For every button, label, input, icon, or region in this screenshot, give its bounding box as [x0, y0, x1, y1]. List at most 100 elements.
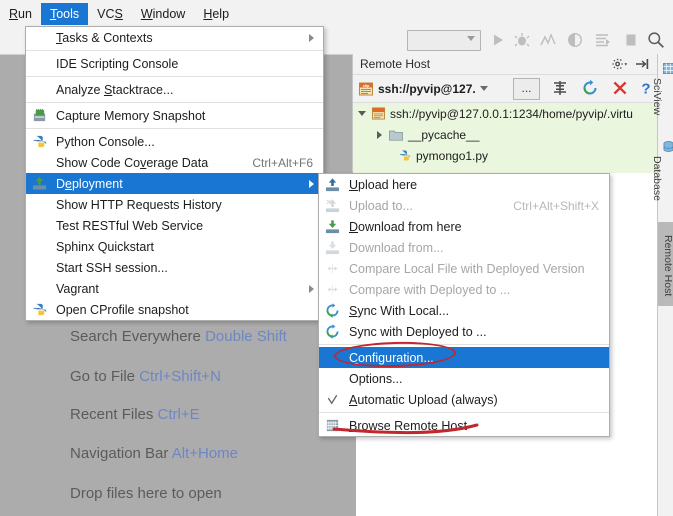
upload-to-icon [325, 199, 340, 213]
menu-item-automatic-upload-always[interactable]: Automatic Upload (always) [319, 389, 609, 410]
menu-item-label: Tasks & Contexts [56, 30, 153, 45]
refresh-icon[interactable] [581, 79, 599, 97]
menu-separator [26, 102, 323, 103]
chevron-down-icon [479, 86, 488, 91]
menu-item-download-from: Download from... [319, 237, 609, 258]
svg-text:sftp: sftp [363, 84, 370, 88]
menu-item-python-console[interactable]: Python Console... [26, 131, 323, 152]
hint-drop-files: Drop files here to open [70, 485, 222, 502]
menu-item-tasks-contexts[interactable]: Tasks & Contexts [26, 27, 323, 48]
chevron-right-icon[interactable] [377, 130, 382, 139]
menu-item-label: Download from here [349, 219, 462, 234]
menu-item-label: Show HTTP Requests History [56, 197, 222, 212]
menu-item-open-cprofile-snapshot[interactable]: Open CProfile snapshot [26, 299, 323, 320]
sync-browsers-icon[interactable] [551, 79, 569, 97]
hint-shortcut: Double Shift [205, 328, 287, 345]
tool-tab-label: SciView [651, 77, 663, 116]
deployment-submenu: Upload here Upload to... Ctrl+Alt+Shift+X D… [318, 173, 610, 437]
menu-item-label: Capture Memory Snapshot [56, 108, 206, 123]
menu-item-download-from-here[interactable]: Download from here [319, 216, 609, 237]
menu-item-label: Show Code Coverage Data [56, 155, 209, 170]
tree-row-pymongo[interactable]: pymongo1.py [353, 145, 658, 166]
menu-item-label: IDE Scripting Console [56, 56, 179, 71]
menu-item-upload-here[interactable]: Upload here [319, 174, 609, 195]
remote-host-tree: ssh://pyvip@127.0.0.1:1234/home/pyvip/.v… [353, 102, 658, 173]
menu-item-sync-with-deployed-to[interactable]: Sync with Deployed to ... [319, 321, 609, 342]
tool-tab-sciview[interactable]: SciView [651, 60, 673, 130]
folder-icon [389, 130, 403, 141]
coverage-icon[interactable] [567, 32, 583, 48]
menu-item-label: Analyze Stacktrace... [56, 82, 174, 97]
tree-row-pycache[interactable]: __pycache__ [353, 124, 658, 145]
right-tool-window-bar: SciView Database Remote Host [651, 54, 673, 516]
server-select[interactable]: sftp ssh://pyvip@127. [359, 78, 488, 99]
remote-host-panel: Remote Host sftp ssh://pyvip@127. ... ? … [352, 54, 658, 173]
tree-row-root[interactable]: ssh://pyvip@127.0.0.1:1234/home/pyvip/.v… [353, 103, 658, 124]
cprofile-icon [33, 303, 47, 316]
hint-text: Recent Files [70, 406, 154, 423]
hint-navigation-bar: Navigation Bar Alt+Home [70, 445, 238, 462]
server-select-value: ssh://pyvip@127. [378, 81, 476, 96]
hint-shortcut: Ctrl+E [157, 406, 200, 423]
gear-icon[interactable] [612, 57, 628, 71]
menu-item-start-ssh-session[interactable]: Start SSH session... [26, 257, 323, 278]
debug-icon[interactable] [514, 32, 530, 48]
browse-servers-button[interactable]: ... [513, 78, 540, 100]
profile-icon[interactable] [540, 32, 556, 48]
menu-item-vagrant[interactable]: Vagrant [26, 278, 323, 299]
menu-item-deployment[interactable]: Deployment [26, 173, 323, 194]
menubar-item-vcs[interactable]: VCS [88, 3, 132, 25]
menubar-item-window[interactable]: Window [132, 3, 194, 25]
menu-item-capture-memory-snapshot[interactable]: Capture Memory Snapshot [26, 105, 323, 126]
hint-shortcut: Ctrl+Shift+N [139, 368, 221, 385]
hint-shortcut: Alt+Home [171, 445, 239, 462]
tool-tab-label: Database [651, 156, 663, 201]
upload-icon [325, 178, 340, 192]
tool-tab-label: Remote Host [662, 234, 673, 297]
menu-item-label: Compare Local File with Deployed Version [349, 261, 585, 276]
chevron-right-icon [309, 180, 314, 188]
run-configuration-select[interactable] [407, 30, 481, 51]
menubar-item-help[interactable]: Help [194, 3, 238, 25]
tools-menu: Tasks & Contexts IDE Scripting Console Ana… [25, 26, 324, 321]
hide-panel-icon[interactable] [635, 57, 649, 71]
menu-item-analyze-stacktrace[interactable]: Analyze Stacktrace... [26, 79, 323, 100]
download-from-icon [325, 241, 340, 255]
menubar-item-run[interactable]: Run [0, 3, 41, 25]
search-icon[interactable] [647, 31, 665, 49]
stop-icon[interactable] [623, 32, 639, 48]
menubar-item-tools[interactable]: Tools [40, 2, 89, 25]
svg-text:?: ? [641, 81, 650, 98]
menu-item-shortcut: Ctrl+Alt+Shift+X [513, 198, 599, 213]
tree-row-label: pymongo1.py [416, 148, 489, 163]
chevron-down-icon [467, 36, 475, 41]
chevron-down-icon[interactable] [358, 111, 366, 116]
menu-item-label: Options... [349, 371, 403, 386]
menu-item-compare-local-file-with-deployed-version: Compare Local File with Deployed Version [319, 258, 609, 279]
sync-icon [326, 303, 339, 318]
menu-item-test-restful-web-service[interactable]: Test RESTful Web Service [26, 215, 323, 236]
hint-go-to-file: Go to File Ctrl+Shift+N [70, 368, 221, 385]
menu-separator [26, 50, 323, 51]
hint-text: Search Everywhere [70, 328, 201, 345]
menu-item-label: Sphinx Quickstart [56, 239, 154, 254]
close-icon[interactable] [611, 79, 629, 97]
menu-item-options[interactable]: Options... [319, 368, 609, 389]
memory-snapshot-icon [33, 108, 46, 122]
menu-item-show-http-requests-history[interactable]: Show HTTP Requests History [26, 194, 323, 215]
tool-tab-remote-host[interactable]: Remote Host [658, 222, 673, 306]
menu-item-ide-scripting-console[interactable]: IDE Scripting Console [26, 53, 323, 74]
run-icon[interactable] [490, 32, 506, 48]
menu-item-label: Start SSH session... [56, 260, 168, 275]
run-dashboard-icon[interactable] [595, 32, 611, 48]
menu-separator [319, 412, 609, 413]
menu-item-label: Compare with Deployed to ... [349, 282, 511, 297]
tool-tab-database[interactable]: Database [651, 138, 673, 216]
compare-icon [327, 263, 338, 274]
menu-separator [26, 128, 323, 129]
menu-item-sphinx-quickstart[interactable]: Sphinx Quickstart [26, 236, 323, 257]
menu-item-show-code-coverage-data[interactable]: Show Code Coverage Data Ctrl+Alt+F6 [26, 152, 323, 173]
annotation-underline-browse-remote-host [332, 423, 479, 435]
hint-text: Go to File [70, 368, 136, 385]
menu-item-sync-with-local[interactable]: Sync With Local... [319, 300, 609, 321]
